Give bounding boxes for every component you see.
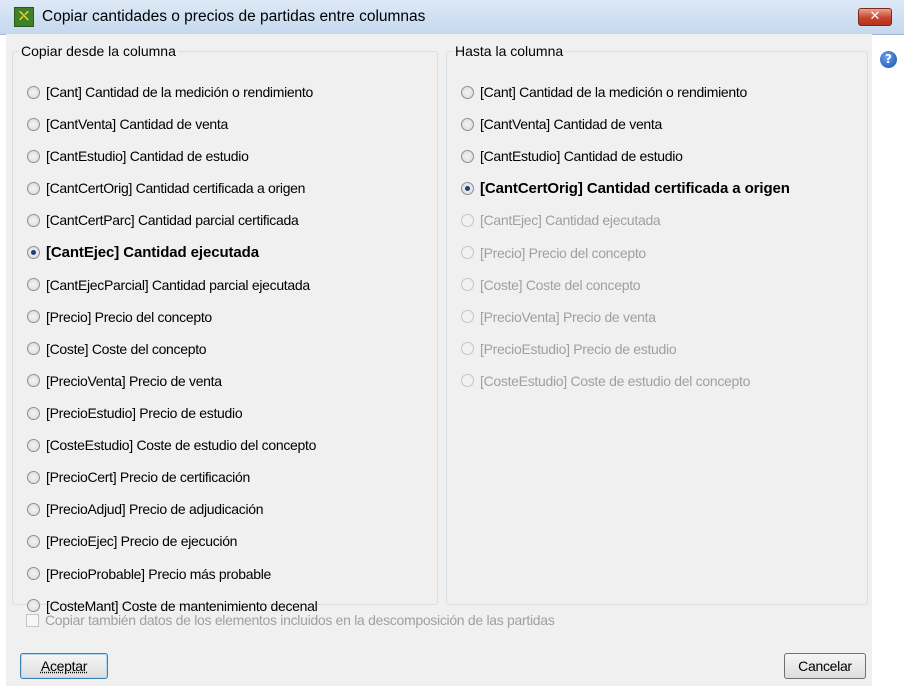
- app-icon: ⛌: [14, 7, 34, 27]
- radio-button[interactable]: [27, 567, 40, 580]
- radio-button: [461, 246, 474, 259]
- to-column-option[interactable]: [CantCertOrig] Cantidad certificada a or…: [461, 177, 790, 199]
- to-column-option: [PrecioEstudio] Precio de estudio: [461, 338, 677, 360]
- cancel-button-label: Cancelar: [798, 658, 852, 674]
- from-column-group-title: Copiar desde la columna: [21, 43, 176, 59]
- from-column-option[interactable]: [PrecioEstudio] Precio de estudio: [27, 402, 243, 424]
- radio-button[interactable]: [461, 117, 474, 131]
- from-column-option-label: [PrecioVenta] Precio de venta: [46, 372, 222, 389]
- from-column-option[interactable]: [Coste] Coste del concepto: [27, 338, 207, 360]
- from-column-group: Copiar desde la columna [Cant] Cantidad …: [12, 43, 438, 614]
- radio-button[interactable]: [27, 406, 40, 420]
- radio-button[interactable]: [27, 310, 40, 324]
- checkbox-box[interactable]: [26, 613, 39, 627]
- from-column-option-label: [Cant] Cantidad de la medición o rendimi…: [46, 84, 313, 100]
- to-column-option-label: [CantEjec] Cantidad ejecutada: [480, 212, 661, 229]
- accept-button-label: Aceptar: [40, 658, 88, 674]
- from-column-option[interactable]: [Cant] Cantidad de la medición o rendimi…: [27, 81, 313, 103]
- from-column-option[interactable]: [CantCertParc] Cantidad parcial certific…: [27, 209, 299, 231]
- from-column-option[interactable]: [PrecioProbable] Precio más probable: [27, 563, 271, 585]
- radio-button: [461, 374, 474, 388]
- radio-button[interactable]: [27, 374, 40, 388]
- to-column-option: [Coste] Coste del concepto: [461, 274, 641, 296]
- from-column-option-label: [CantEstudio] Cantidad de estudio: [46, 148, 249, 165]
- from-column-option[interactable]: [CantVenta] Cantidad de venta: [27, 113, 228, 135]
- to-column-option: [CantEjec] Cantidad ejecutada: [461, 209, 661, 231]
- from-column-option-label: [PrecioAdjud] Precio de adjudicación: [46, 501, 264, 518]
- radio-button[interactable]: [27, 149, 40, 163]
- from-column-option-label: [CantEjecParcial] Cantidad parcial ejecu…: [46, 276, 310, 293]
- to-column-option-label: [PrecioEstudio] Precio de estudio: [480, 340, 677, 357]
- radio-button[interactable]: [27, 85, 40, 99]
- to-column-option-label: [CantEstudio] Cantidad de estudio: [480, 148, 683, 165]
- radio-button: [461, 213, 474, 227]
- from-column-option[interactable]: [PrecioEjec] Precio de ejecución: [27, 530, 237, 552]
- to-column-option-label: [CantVenta] Cantidad de venta: [480, 116, 662, 133]
- radio-button: [461, 342, 474, 356]
- title-bar[interactable]: ⛌ Copiar cantidades o precios de partida…: [0, 0, 904, 35]
- radio-button: [461, 278, 474, 292]
- from-column-option-label: [CantCertParc] Cantidad parcial certific…: [46, 212, 299, 229]
- accept-button[interactable]: Aceptar: [20, 653, 108, 679]
- radio-button[interactable]: [27, 470, 40, 484]
- from-column-option-label: [CosteEstudio] Coste de estudio del conc…: [46, 437, 317, 454]
- from-column-option[interactable]: [PrecioAdjud] Precio de adjudicación: [27, 498, 264, 520]
- to-column-option: [Precio] Precio del concepto: [461, 242, 646, 264]
- radio-button[interactable]: [461, 181, 474, 195]
- to-column-option: [CosteEstudio] Coste de estudio del conc…: [461, 370, 750, 392]
- radio-button[interactable]: [27, 534, 40, 548]
- radio-button[interactable]: [27, 342, 40, 356]
- from-column-option-label: [Precio] Precio del concepto: [46, 308, 212, 325]
- radio-button[interactable]: [27, 117, 40, 131]
- to-column-option: [PrecioVenta] Precio de venta: [461, 306, 656, 328]
- radio-button[interactable]: [461, 85, 474, 99]
- close-button[interactable]: ✕: [858, 8, 892, 26]
- radio-button[interactable]: [27, 278, 40, 292]
- from-column-option-label: [PrecioEstudio] Precio de estudio: [46, 405, 243, 421]
- from-column-option[interactable]: [CosteEstudio] Coste de estudio del conc…: [27, 434, 316, 456]
- dialog-title: Copiar cantidades o precios de partidas …: [42, 8, 426, 25]
- to-column-option[interactable]: [CantVenta] Cantidad de venta: [461, 113, 662, 135]
- radio-button[interactable]: [461, 149, 474, 163]
- to-column-option-label: [CosteEstudio] Coste de estudio del conc…: [480, 372, 751, 389]
- to-column-group-title: Hasta la columna: [455, 43, 564, 59]
- to-column-group: Hasta la columna [Cant] Cantidad de la m…: [446, 43, 868, 605]
- radio-button[interactable]: [27, 181, 40, 195]
- to-column-option[interactable]: [CantEstudio] Cantidad de estudio: [461, 145, 683, 167]
- from-column-option-label: [PrecioProbable] Precio más probable: [46, 565, 271, 582]
- radio-button[interactable]: [27, 213, 40, 227]
- radio-button[interactable]: [27, 246, 40, 259]
- from-column-option[interactable]: [Precio] Precio del concepto: [27, 306, 212, 328]
- cancel-button[interactable]: Cancelar: [784, 653, 866, 679]
- help-icon[interactable]: ?: [880, 51, 897, 68]
- to-column-option-label: [PrecioVenta] Precio de venta: [480, 308, 656, 325]
- to-column-option-label: [Coste] Coste del concepto: [480, 276, 641, 293]
- radio-button[interactable]: [27, 599, 40, 613]
- from-column-option-label: [PrecioCert] Precio de certificación: [46, 469, 250, 486]
- include-decomposition-label: Copiar también datos de los elementos in…: [45, 612, 555, 628]
- radio-button: [461, 310, 474, 324]
- to-column-option[interactable]: [Cant] Cantidad de la medición o rendimi…: [461, 81, 747, 103]
- dialog-client-area: Copiar desde la columna [Cant] Cantidad …: [6, 34, 872, 686]
- from-column-option[interactable]: [CantCertOrig] Cantidad certificada a or…: [27, 177, 305, 199]
- from-column-option-label: [CantVenta] Cantidad de venta: [46, 116, 228, 133]
- from-column-option[interactable]: [PrecioCert] Precio de certificación: [27, 466, 250, 488]
- to-column-option-label: [Precio] Precio del concepto: [480, 244, 646, 261]
- radio-button[interactable]: [27, 438, 40, 452]
- to-column-option-label: [CantCertOrig] Cantidad certificada a or…: [480, 179, 790, 197]
- copy-columns-dialog: ⛌ Copiar cantidades o precios de partida…: [0, 0, 904, 692]
- from-column-option[interactable]: [PrecioVenta] Precio de venta: [27, 370, 222, 392]
- from-column-option[interactable]: [CantEjecParcial] Cantidad parcial ejecu…: [27, 274, 310, 296]
- from-column-option[interactable]: [CantEjec] Cantidad ejecutada: [27, 242, 259, 264]
- include-decomposition-checkbox[interactable]: Copiar también datos de los elementos in…: [26, 612, 555, 628]
- radio-button[interactable]: [27, 502, 40, 516]
- from-column-option[interactable]: [CantEstudio] Cantidad de estudio: [27, 145, 249, 167]
- to-column-option-label: [Cant] Cantidad de la medición o rendimi…: [480, 84, 747, 100]
- from-column-option-label: [CantCertOrig] Cantidad certificada a or…: [46, 180, 306, 197]
- from-column-option-label: [PrecioEjec] Precio de ejecución: [46, 533, 238, 550]
- from-column-option-label: [CantEjec] Cantidad ejecutada: [46, 244, 259, 261]
- from-column-option-label: [Coste] Coste del concepto: [46, 340, 207, 357]
